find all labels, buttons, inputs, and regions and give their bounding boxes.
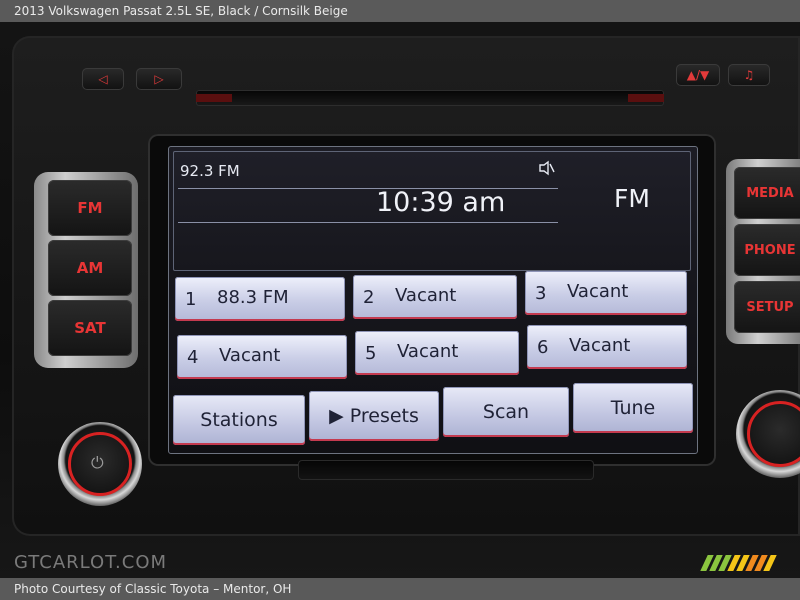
photo: ◁ ▷ ▲/▼ ♫ FM AM SAT MEDIA PHONE SETUP 92… [0,22,800,578]
preset-label: 88.3 FM [217,287,289,308]
touch-screen: 92.3 FM 10:39 am FM 1 88.3 FM 2 Vacant 3… [168,146,698,454]
seek-forward-button[interactable]: ▷ [136,68,182,90]
am-button[interactable]: AM [48,240,132,296]
speaker-muted-icon [539,160,555,176]
caption-bottom-bar: Photo Courtesy of Classic Toyota – Mento… [0,578,800,600]
fm-button-label: FM [77,199,103,217]
presets-label: ▶ Presets [329,405,419,427]
preset-label: Vacant [397,341,459,362]
preset-number: 6 [537,337,549,358]
caption-top-bar: 2013 Volkswagen Passat 2.5L SE, Black / … [0,0,800,22]
preset-label: Vacant [395,285,457,306]
presets-button[interactable]: ▶ Presets [309,391,439,441]
music-button[interactable]: ♫ [728,64,770,86]
radio-info-area: 92.3 FM 10:39 am FM [173,151,691,271]
scan-label: Scan [482,401,530,423]
setup-button[interactable]: SETUP [734,281,800,333]
preset-button[interactable]: 6 Vacant [527,325,687,369]
am-button-label: AM [76,259,104,277]
power-volume-knob[interactable]: ⏻ [58,422,142,506]
seek-back-button[interactable]: ◁ [82,68,124,90]
phone-button-label: PHONE [744,242,796,258]
sat-button[interactable]: SAT [48,300,132,356]
preset-label: Vacant [567,281,629,302]
cd-slot [196,90,664,106]
knob-ring [747,401,800,467]
mode-button-group: MEDIA PHONE SETUP [726,159,800,344]
caption-credit: Photo Courtesy of Classic Toyota – Mento… [14,582,292,596]
preset-label: Vacant [569,335,631,356]
stations-label: Stations [200,409,278,431]
caption-title: 2013 Volkswagen Passat 2.5L SE, Black / … [14,4,348,18]
phone-button[interactable]: PHONE [734,224,800,276]
preset-button[interactable]: 5 Vacant [355,331,519,375]
watermark: GTCARLOT.COM [14,552,168,573]
seek-back-icon: ◁ [98,72,108,86]
seek-forward-icon: ▷ [154,72,164,86]
preset-number: 2 [363,287,375,308]
band-button-group: FM AM SAT [34,172,138,368]
preset-button[interactable]: 3 Vacant [525,271,687,315]
tune-label: Tune [610,397,656,419]
eject-button[interactable]: ▲/▼ [676,64,720,86]
preset-number: 1 [185,289,197,310]
scan-button[interactable]: Scan [443,387,569,437]
preset-number: 3 [535,283,547,304]
current-station: 92.3 FM [180,162,240,180]
clock: 10:39 am [376,187,506,218]
logo-stripes [700,555,777,571]
preset-label: Vacant [219,345,281,366]
setup-button-label: SETUP [746,299,794,315]
info-divider [178,222,558,223]
lower-slot [298,460,594,480]
media-button-label: MEDIA [746,185,794,201]
power-icon: ⏻ [91,453,104,472]
eject-icon: ▲/▼ [686,68,710,82]
media-button[interactable]: MEDIA [734,167,800,219]
preset-number: 5 [365,343,377,364]
fm-button[interactable]: FM [48,180,132,236]
sat-button-label: SAT [74,319,106,337]
preset-button[interactable]: 2 Vacant [353,275,517,319]
preset-button[interactable]: 4 Vacant [177,335,347,379]
preset-button[interactable]: 1 88.3 FM [175,277,345,321]
band-indicator: FM [614,184,650,213]
stations-button[interactable]: Stations [173,395,305,445]
tune-button[interactable]: Tune [573,383,693,433]
softkey-row: Stations ▶ Presets Scan Tune [173,383,693,445]
music-icon: ♫ [743,68,755,82]
preset-number: 4 [187,347,199,368]
